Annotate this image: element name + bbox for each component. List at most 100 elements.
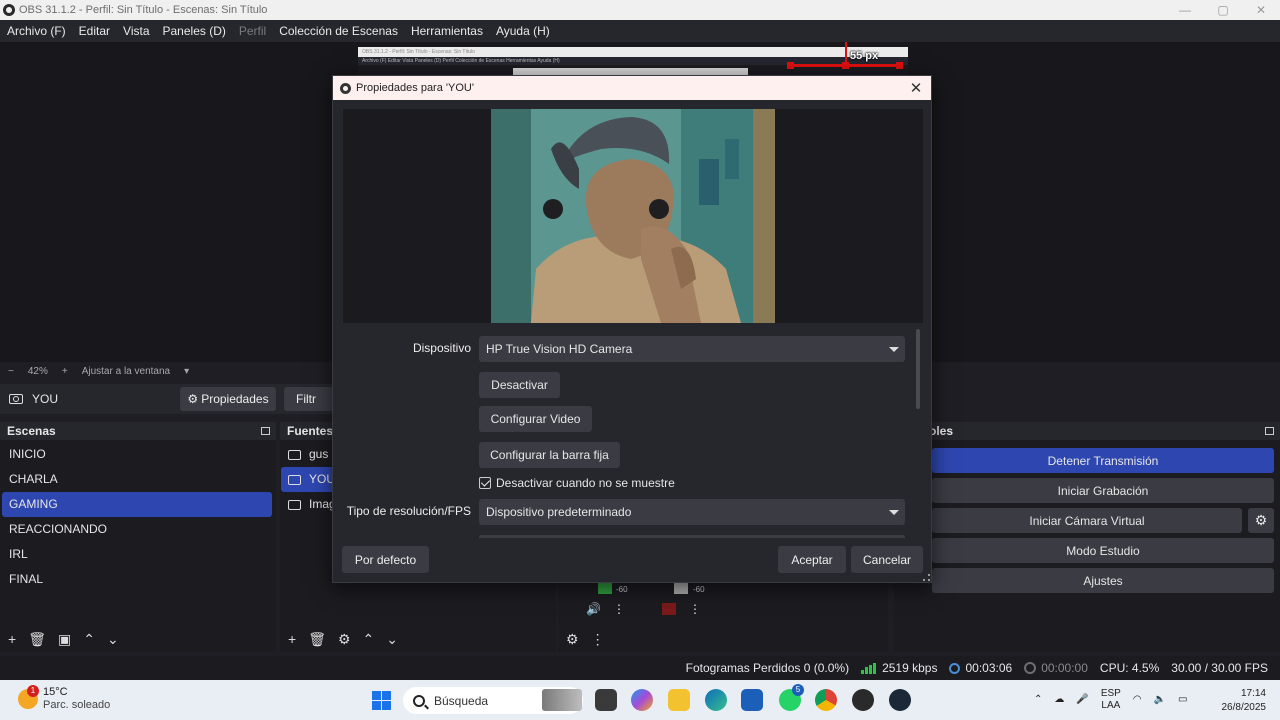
- close-window-button[interactable]: ✕: [1242, 0, 1280, 20]
- ok-button[interactable]: Aceptar: [778, 546, 846, 573]
- audio-menu-icon-2[interactable]: ⋮: [689, 602, 701, 616]
- edge-icon[interactable]: [705, 689, 727, 711]
- sources-footer: + 🗑 ⚙ ⌃ ⌄: [280, 626, 556, 652]
- audio-more-icon[interactable]: ⋮: [591, 631, 605, 648]
- scene-filters-icon[interactable]: ▣: [58, 631, 71, 648]
- dropped-frames: Fotogramas Perdidos 0 (0.0%): [685, 661, 850, 675]
- close-icon[interactable]: ✕: [901, 79, 931, 97]
- studio-mode-button[interactable]: Modo Estudio: [932, 538, 1274, 563]
- settings-button[interactable]: Ajustes: [932, 568, 1274, 593]
- muted-speaker-icon[interactable]: [662, 603, 676, 615]
- menu-vista[interactable]: Vista: [123, 24, 149, 38]
- menu-herramientas[interactable]: Herramientas: [411, 24, 483, 38]
- minimize-button[interactable]: —: [1166, 0, 1204, 20]
- zoom-fit-select[interactable]: Ajustar a la ventana: [82, 366, 170, 377]
- menu-ayuda[interactable]: Ayuda (H): [496, 24, 550, 38]
- controls-title: oles: [929, 424, 954, 438]
- configure-crossbar-button[interactable]: Configurar la barra fija: [479, 442, 620, 468]
- store-icon[interactable]: [741, 689, 763, 711]
- menu-archivo[interactable]: Archivo (F): [7, 24, 66, 38]
- source-properties-icon[interactable]: ⚙: [338, 631, 351, 648]
- maximize-button[interactable]: ▢: [1204, 0, 1242, 20]
- virtual-camera-gear-icon[interactable]: ⚙: [1248, 508, 1274, 533]
- battery-icon[interactable]: ▭: [1178, 694, 1187, 706]
- camera-icon: [9, 394, 23, 404]
- scene-item-reaccionando[interactable]: REACCIONANDO: [0, 517, 272, 542]
- guide-handle-right[interactable]: [896, 62, 903, 69]
- scenes-title: Escenas: [7, 424, 56, 438]
- menu-coleccion-escenas[interactable]: Colección de Escenas: [279, 24, 398, 38]
- scene-item-final[interactable]: FINAL: [0, 567, 272, 592]
- weather-widget[interactable]: 1 15°C Parc. soleado: [18, 685, 110, 712]
- webcam-feed-image: [491, 109, 775, 323]
- undock-icon[interactable]: [1265, 427, 1274, 435]
- system-tray: ⌃ ☁ 🎤 ESP LAA ◠ 🔈 ▭: [1034, 680, 1200, 720]
- taskbar-clock[interactable]: 17:14 26/8/2025: [1222, 687, 1267, 715]
- dialog-scrollbar[interactable]: [916, 329, 920, 409]
- volume-icon[interactable]: 🔈: [1154, 694, 1166, 706]
- properties-button[interactable]: ⚙ Propiedades: [180, 387, 276, 411]
- windows-start-icon[interactable]: [372, 691, 391, 710]
- add-scene-icon[interactable]: +: [8, 631, 16, 647]
- stop-streaming-button[interactable]: Detener Transmisión: [932, 448, 1274, 473]
- whatsapp-icon[interactable]: 5: [779, 684, 804, 711]
- undock-icon[interactable]: [261, 427, 270, 435]
- task-view-icon[interactable]: [595, 689, 617, 711]
- zoom-controls: − 42% + Ajustar a la ventana ▾: [0, 362, 340, 380]
- start-virtual-camera-button[interactable]: Iniciar Cámara Virtual: [932, 508, 1242, 533]
- chevron-down-icon[interactable]: ▾: [184, 366, 189, 377]
- file-explorer-icon[interactable]: [668, 689, 690, 711]
- microphone-icon[interactable]: 🎤: [1076, 694, 1088, 706]
- move-source-up-icon[interactable]: ⌃: [363, 631, 375, 648]
- camera-icon: [288, 474, 301, 485]
- deactivate-when-hidden-checkbox[interactable]: Desactivar cuando no se muestre: [479, 476, 675, 490]
- menu-perfil[interactable]: Perfil: [239, 24, 266, 38]
- scene-item-gaming[interactable]: GAMING: [2, 492, 272, 517]
- checkbox-checked-icon: [479, 477, 491, 489]
- wifi-icon[interactable]: ◠: [1133, 694, 1142, 706]
- start-recording-button[interactable]: Iniciar Grabación: [932, 478, 1274, 503]
- defaults-button[interactable]: Por defecto: [342, 546, 429, 573]
- source-toolbar: YOU ⚙ Propiedades Filtr: [0, 384, 340, 414]
- move-source-down-icon[interactable]: ⌄: [386, 631, 398, 648]
- chevron-up-icon[interactable]: ⌃: [1034, 694, 1042, 706]
- scene-item-inicio[interactable]: INICIO: [0, 442, 272, 467]
- move-scene-up-icon[interactable]: ⌃: [83, 631, 95, 648]
- speaker-icon[interactable]: 🔊: [586, 602, 601, 616]
- news-widget-icon[interactable]: [542, 689, 582, 711]
- resize-grip-icon[interactable]: [923, 574, 930, 581]
- scenes-header: Escenas: [0, 422, 276, 440]
- menu-paneles[interactable]: Paneles (D): [163, 24, 226, 38]
- cpu-usage: CPU: 4.5%: [1099, 661, 1160, 675]
- chrome-icon[interactable]: [815, 689, 837, 711]
- resolution-select[interactable]: Dispositivo predeterminado: [479, 499, 905, 525]
- move-scene-down-icon[interactable]: ⌄: [107, 631, 119, 648]
- copilot-icon[interactable]: [631, 689, 653, 711]
- controls-dock: oles Detener Transmisión Iniciar Grabaci…: [894, 422, 1280, 652]
- guide-handle-mid[interactable]: [842, 62, 849, 69]
- add-source-icon[interactable]: +: [288, 631, 296, 647]
- remove-scene-icon[interactable]: 🗑: [28, 631, 46, 648]
- scene-item-irl[interactable]: IRL: [0, 542, 272, 567]
- deactivate-button[interactable]: Desactivar: [479, 372, 560, 398]
- bitrate-status: 2519 kbps: [861, 661, 937, 675]
- device-select[interactable]: HP True Vision HD Camera: [479, 336, 905, 362]
- resolution-value: Dispositivo predeterminado: [486, 505, 632, 519]
- language-indicator[interactable]: ESP LAA: [1101, 688, 1121, 712]
- onedrive-icon[interactable]: ☁: [1054, 694, 1064, 706]
- device-value: HP True Vision HD Camera: [486, 342, 633, 356]
- scene-item-charla[interactable]: CHARLA: [0, 467, 272, 492]
- remove-source-icon[interactable]: 🗑: [308, 631, 326, 648]
- menu-editar[interactable]: Editar: [79, 24, 110, 38]
- guide-handle-left[interactable]: [787, 62, 794, 69]
- audio-menu-icon[interactable]: ⋮: [613, 602, 625, 616]
- properties-label: Propiedades: [201, 392, 269, 406]
- steam-icon[interactable]: [889, 689, 911, 711]
- obs-logo-icon: [340, 82, 351, 94]
- zoom-out-button[interactable]: −: [8, 366, 14, 377]
- configure-video-button[interactable]: Configurar Video: [479, 406, 592, 432]
- obs-taskbar-icon[interactable]: [852, 689, 874, 711]
- audio-settings-icon[interactable]: ⚙: [566, 631, 579, 648]
- zoom-in-button[interactable]: +: [62, 366, 68, 377]
- cancel-button[interactable]: Cancelar: [851, 546, 923, 573]
